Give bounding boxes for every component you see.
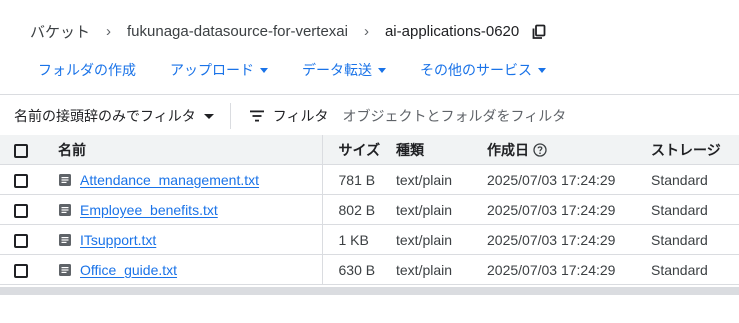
type-cell: text/plain — [396, 224, 487, 255]
chevron-down-icon — [260, 67, 268, 73]
breadcrumb: バケット › fukunaga-datasource-for-vertexai … — [30, 20, 547, 42]
row-select-cell — [0, 224, 58, 255]
size-cell: 781 B — [321, 164, 396, 195]
file-name-link[interactable]: Employee_benefits.txt — [80, 202, 218, 218]
created-cell: 2025/07/03 17:24:29 — [487, 194, 651, 225]
table-row[interactable]: ITsupport.txt 1 KB text/plain 2025/07/03 17… — [0, 224, 739, 255]
storage-cell: Standard — [651, 164, 739, 195]
caret-down-icon — [203, 113, 214, 119]
breadcrumb-separator-icon: › — [106, 22, 112, 40]
storage-cell: Standard — [651, 194, 739, 225]
row-select-cell — [0, 254, 58, 285]
other-services-menu-button[interactable]: その他のサービス — [420, 60, 546, 80]
type-cell: text/plain — [396, 164, 487, 195]
size-cell: 630 B — [321, 254, 396, 285]
type-cell: text/plain — [396, 194, 487, 225]
filter-bar: 名前の接頭辞のみでフィルタ フィルタ — [14, 103, 603, 129]
chevron-down-icon — [538, 67, 546, 73]
action-toolbar: フォルダの作成 アップロード データ転送 その他のサービス — [38, 60, 580, 80]
copy-icon[interactable] — [531, 24, 547, 40]
created-cell: 2025/07/03 17:24:29 — [487, 164, 651, 195]
text-file-icon — [59, 203, 71, 216]
column-header-created[interactable]: 作成日 — [487, 135, 651, 165]
file-name-link[interactable]: ITsupport.txt — [80, 232, 156, 248]
prefix-filter-label: 名前の接頭辞のみでフィルタ — [14, 108, 196, 124]
column-header-type[interactable]: 種類 — [396, 135, 487, 165]
text-file-icon — [59, 263, 71, 276]
create-folder-button[interactable]: フォルダの作成 — [38, 60, 136, 80]
table-row[interactable]: Employee_benefits.txt 802 Btext/plain 2025… — [0, 194, 739, 225]
other-services-label: その他のサービス — [420, 62, 532, 78]
file-name-link[interactable]: Office_guide.txt — [80, 262, 177, 278]
text-file-icon — [59, 173, 71, 186]
file-name-link[interactable]: Attendance_management.txt — [80, 172, 259, 188]
data-transfer-menu-button[interactable]: データ転送 — [302, 60, 386, 80]
name-cell: Office_guide.txt — [58, 254, 322, 285]
row-checkbox[interactable] — [14, 203, 28, 218]
objects-table: 名前 サイズ 種類 作成日 ストレージ Attendance_managemen… — [0, 135, 739, 285]
prefix-filter-dropdown[interactable]: 名前の接頭辞のみでフィルタ — [14, 106, 214, 126]
horizontal-scrollbar[interactable] — [0, 287, 739, 295]
column-header-name[interactable]: 名前 — [58, 135, 322, 165]
name-cell: Attendance_management.txt — [58, 164, 322, 195]
created-cell: 2025/07/03 17:24:29 — [487, 254, 651, 285]
text-file-icon — [59, 233, 71, 246]
row-select-cell — [0, 164, 58, 195]
row-checkbox[interactable] — [14, 233, 28, 248]
row-select-cell — [0, 194, 58, 225]
row-checkbox[interactable] — [14, 263, 28, 278]
chevron-down-icon — [378, 67, 386, 73]
column-header-size[interactable]: サイズ — [321, 135, 396, 165]
name-cell: ITsupport.txt — [58, 224, 322, 255]
divider — [229, 103, 231, 129]
data-transfer-label: データ転送 — [302, 62, 372, 78]
table-row[interactable]: Attendance_management.txt 781 Btext/plain… — [0, 164, 739, 195]
breadcrumb-bucket[interactable]: fukunaga-datasource-for-vertexai — [127, 23, 348, 40]
storage-cell: Standard — [651, 224, 739, 255]
created-cell: 2025/07/03 17:24:29 — [487, 224, 651, 255]
table-row[interactable]: Office_guide.txt 630 Btext/plain 2025/07/0… — [0, 254, 739, 285]
breadcrumb-buckets[interactable]: バケット — [30, 21, 90, 42]
divider — [0, 94, 739, 95]
help-icon[interactable] — [533, 142, 547, 157]
filter-label: フィルタ — [272, 108, 329, 124]
upload-menu-button[interactable]: アップロード — [170, 60, 268, 80]
column-header-storage[interactable]: ストレージ — [651, 135, 739, 165]
upload-label: アップロード — [170, 62, 254, 78]
size-cell: 1 KB — [321, 224, 396, 255]
select-all-cell — [0, 135, 58, 165]
storage-cell: Standard — [651, 254, 739, 285]
table-header-row: 名前 サイズ 種類 作成日 ストレージ — [0, 135, 739, 165]
breadcrumb-separator-icon: › — [363, 22, 369, 40]
select-all-checkbox[interactable] — [14, 143, 28, 158]
breadcrumb-current-folder: ai-applications-0620 — [384, 22, 520, 40]
type-cell: text/plain — [396, 254, 487, 285]
name-cell: Employee_benefits.txt — [58, 194, 322, 225]
size-cell: 802 B — [321, 194, 396, 225]
filter-input[interactable] — [342, 108, 603, 124]
create-folder-label: フォルダの作成 — [38, 62, 136, 78]
row-checkbox[interactable] — [14, 173, 28, 188]
created-header-label: 作成日 — [487, 141, 529, 158]
filter-lines-icon — [249, 110, 264, 122]
